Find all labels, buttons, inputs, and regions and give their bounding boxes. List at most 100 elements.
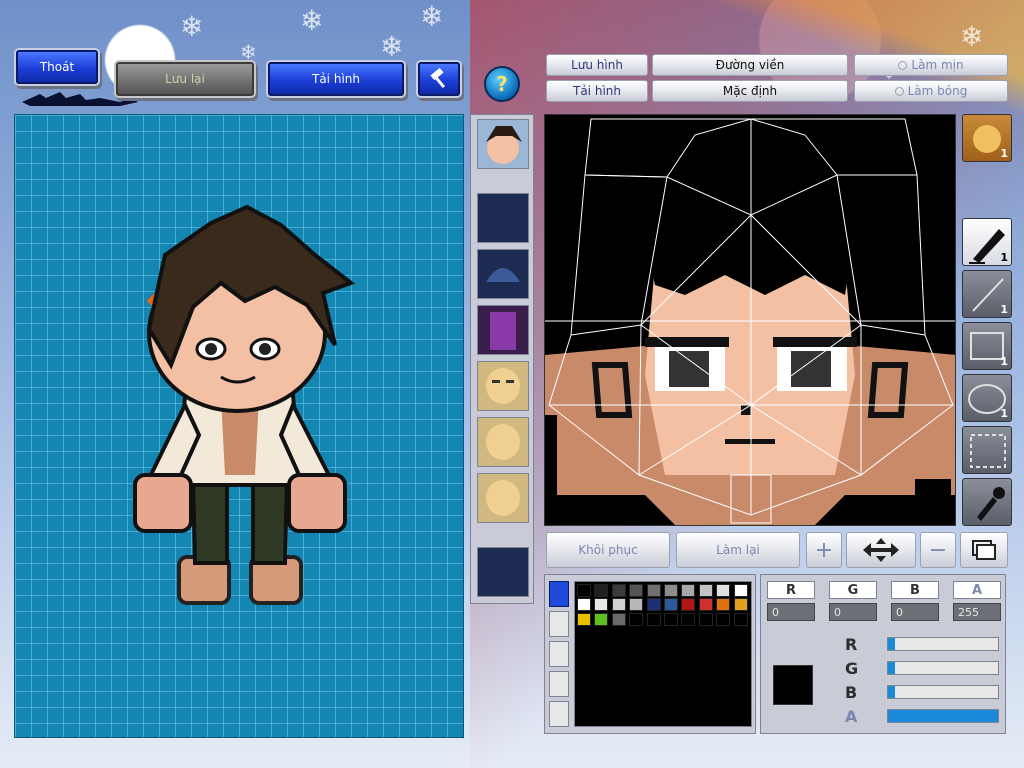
r-slider-fill <box>888 638 895 650</box>
layer-tab[interactable] <box>549 671 569 697</box>
part-slot-hat[interactable] <box>477 249 529 299</box>
palette-swatch[interactable] <box>716 584 731 597</box>
palette-swatch[interactable] <box>716 612 731 626</box>
parts-column <box>470 114 534 604</box>
save-button[interactable]: Lưu lại <box>116 62 254 96</box>
part-slot-empty[interactable] <box>477 547 529 597</box>
rectangle-tool-count: 1 <box>1000 355 1008 368</box>
zoom-in-button[interactable]: + <box>806 532 842 568</box>
character-preview-canvas[interactable] <box>14 114 464 738</box>
plus-icon: + <box>814 537 834 563</box>
face-icon <box>486 480 520 516</box>
load-image-button[interactable]: Tải hình <box>546 80 648 102</box>
layer-tab[interactable] <box>549 701 569 727</box>
r-slider[interactable] <box>887 637 999 651</box>
palette-swatch[interactable] <box>594 612 609 626</box>
palette-swatch[interactable] <box>733 598 748 612</box>
palette-swatch[interactable] <box>664 598 678 612</box>
select-tool[interactable] <box>962 426 1012 474</box>
outline-button[interactable]: Đường viền <box>652 54 848 76</box>
palette-swatch[interactable] <box>664 612 678 626</box>
move-arrows-icon <box>863 538 899 562</box>
line-tool[interactable]: 1 <box>962 270 1012 318</box>
palette-swatch[interactable] <box>681 598 696 612</box>
current-color-swatch <box>773 665 813 705</box>
snowflake-icon: ❄ <box>960 20 984 53</box>
part-slot-face-1[interactable] <box>477 361 529 411</box>
g-slider-fill <box>888 662 895 674</box>
palette-swatch[interactable] <box>733 612 748 626</box>
palette-swatch[interactable] <box>611 598 626 612</box>
palette-swatch[interactable] <box>733 584 748 597</box>
a-value-field[interactable]: 255 <box>953 603 1001 621</box>
layers-icon <box>972 540 996 560</box>
palette-swatch[interactable] <box>577 584 591 597</box>
line-tool-count: 1 <box>1000 303 1008 316</box>
snowflake-icon: ❄ <box>420 0 444 33</box>
palette-swatch[interactable] <box>681 584 696 597</box>
palette-swatch[interactable] <box>681 612 696 626</box>
layer-tab[interactable] <box>549 641 569 667</box>
palette-swatch[interactable] <box>646 598 661 612</box>
restore-button[interactable]: Khôi phục <box>546 532 670 568</box>
part-slot-face-2[interactable] <box>477 417 529 467</box>
palette-swatch[interactable] <box>664 584 678 597</box>
pen-tool[interactable]: 1 <box>962 218 1012 266</box>
palette-swatch[interactable] <box>577 598 591 612</box>
palette-swatch[interactable] <box>577 612 591 626</box>
layer-tab[interactable] <box>549 611 569 637</box>
color-palette-grid[interactable] <box>574 581 752 727</box>
ellipse-tool[interactable]: 1 <box>962 374 1012 422</box>
palette-swatch[interactable] <box>629 584 644 597</box>
layer-button[interactable] <box>960 532 1008 568</box>
part-slot-empty[interactable] <box>477 193 529 243</box>
pixel-editor-canvas[interactable] <box>544 114 956 526</box>
palette-swatch[interactable] <box>698 584 713 597</box>
shadow-button[interactable]: Làm bóng <box>854 80 1008 102</box>
a-header: A <box>953 581 1001 599</box>
b-slider-fill <box>888 686 895 698</box>
palette-swatch[interactable] <box>646 612 661 626</box>
hammer-button[interactable] <box>418 62 460 96</box>
palette-panel <box>544 574 756 734</box>
default-button[interactable]: Mặc định <box>652 80 848 102</box>
r-value-field[interactable]: 0 <box>767 603 815 621</box>
palette-swatch[interactable] <box>594 584 609 597</box>
b-value-field[interactable]: 0 <box>891 603 939 621</box>
redo-button[interactable]: Làm lại <box>676 532 800 568</box>
reload-image-button[interactable]: Tải hình <box>268 62 404 96</box>
save-image-button[interactable]: Lưu hình <box>546 54 648 76</box>
exit-button[interactable]: Thoát <box>16 50 98 84</box>
g-slider[interactable] <box>887 661 999 675</box>
palette-swatch[interactable] <box>611 612 626 626</box>
eyedropper-tool[interactable] <box>962 478 1012 526</box>
palette-swatch[interactable] <box>629 598 644 612</box>
help-button[interactable]: ? <box>484 66 520 102</box>
selection-icon <box>970 434 1006 468</box>
question-mark-icon: ? <box>496 72 508 96</box>
face-texture-image <box>545 115 955 525</box>
palette-swatch[interactable] <box>698 598 713 612</box>
part-slot-outfit[interactable] <box>477 305 529 355</box>
r-slider-label: R <box>845 635 858 654</box>
eyedropper-icon <box>977 487 1005 521</box>
palette-swatch[interactable] <box>646 584 661 597</box>
palette-swatch[interactable] <box>716 598 731 612</box>
helmet-icon <box>486 268 520 282</box>
palette-swatch[interactable] <box>698 612 713 626</box>
b-slider[interactable] <box>887 685 999 699</box>
pen-tool-count: 1 <box>1000 251 1008 264</box>
part-slot-face-3[interactable] <box>477 473 529 523</box>
layer-tab-active[interactable] <box>549 581 569 607</box>
palette-swatch[interactable] <box>611 584 626 597</box>
g-value-field[interactable]: 0 <box>829 603 877 621</box>
smooth-button[interactable]: Làm mịn <box>854 54 1008 76</box>
zoom-out-button[interactable]: − <box>920 532 956 568</box>
part-slot-face[interactable] <box>477 119 529 169</box>
face-tool[interactable]: 1 <box>962 114 1012 162</box>
palette-swatch[interactable] <box>629 612 644 626</box>
move-button[interactable] <box>846 532 916 568</box>
rectangle-tool[interactable]: 1 <box>962 322 1012 370</box>
a-slider[interactable] <box>887 709 999 723</box>
palette-swatch[interactable] <box>594 598 609 612</box>
